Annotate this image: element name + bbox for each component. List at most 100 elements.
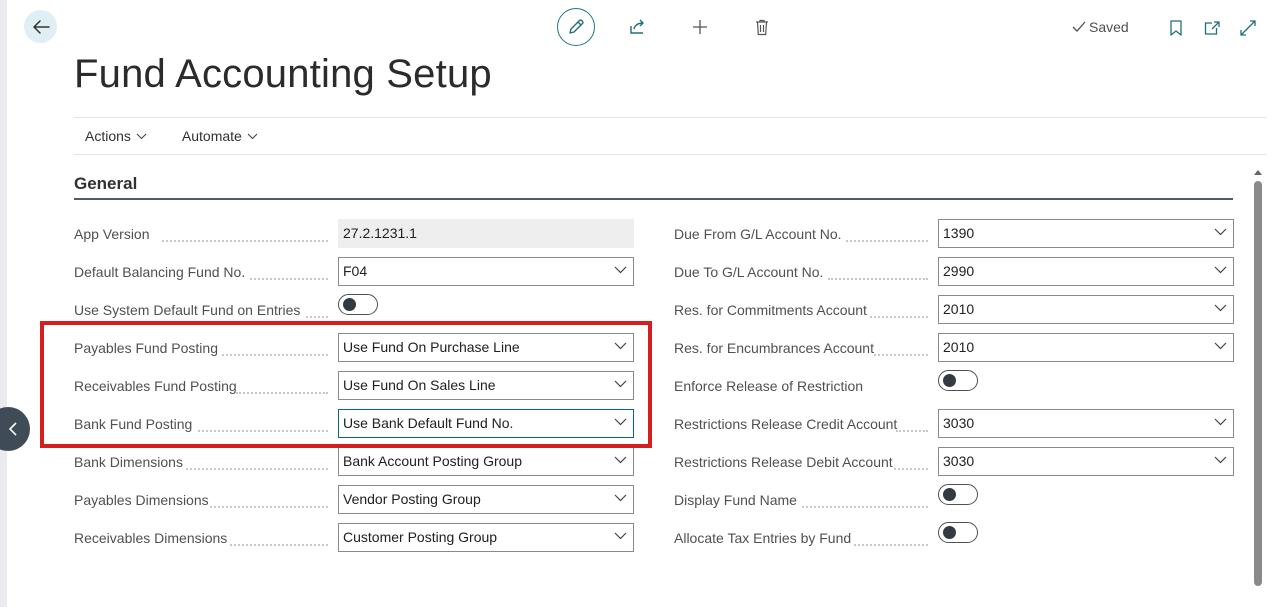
delete-button[interactable]: [747, 12, 777, 42]
page-options: [1164, 16, 1272, 40]
bank-dimensions-select[interactable]: Bank Account Posting Group: [338, 447, 634, 476]
new-button[interactable]: [685, 12, 715, 42]
page-title: Fund Accounting Setup: [74, 52, 492, 96]
back-button[interactable]: [24, 10, 57, 43]
automate-menu[interactable]: Automate: [182, 128, 258, 144]
field-display-fund-name: Display Fund Name: [674, 484, 1234, 522]
right-field-column: Due From G/L Account No. 1390 Due To G/L…: [674, 218, 1234, 560]
dotted-leader: [846, 240, 928, 242]
field-label: Display Fund Name: [674, 492, 797, 508]
field-label: Res. for Encumbrances Account: [674, 340, 874, 356]
field-label: Restrictions Release Debit Account: [674, 454, 893, 470]
chevron-down-icon: [614, 418, 627, 426]
chevron-left-icon: [8, 422, 17, 436]
dotted-leader: [828, 278, 928, 280]
scrollbar-thumb[interactable]: [1254, 181, 1262, 586]
field-label: Receivables Dimensions: [74, 530, 228, 546]
actions-menu[interactable]: Actions: [85, 128, 147, 144]
checkmark-icon: [1072, 21, 1086, 32]
chevron-down-icon: [1214, 456, 1227, 464]
dotted-leader: [186, 468, 328, 470]
chevron-down-icon: [1214, 342, 1227, 350]
field-enforce-release-restriction: Enforce Release of Restriction: [674, 370, 1234, 408]
automate-menu-label: Automate: [181, 128, 242, 144]
display-fund-name-toggle[interactable]: [938, 484, 978, 505]
field-label: Payables Dimensions: [74, 492, 209, 508]
chevron-down-icon: [614, 494, 627, 502]
due-from-gl-account-select[interactable]: 1390: [938, 219, 1234, 248]
field-res-commitments-account: Res. for Commitments Account 2010: [674, 294, 1234, 332]
dotted-leader: [306, 316, 328, 318]
field-label: Res. for Commitments Account: [674, 302, 867, 318]
restrictions-release-debit-select[interactable]: 3030: [938, 447, 1234, 476]
field-bank-dimensions: Bank Dimensions Bank Account Posting Gro…: [74, 446, 634, 484]
field-due-from-gl-account: Due From G/L Account No. 1390: [674, 218, 1234, 256]
chevron-down-icon: [136, 133, 147, 139]
share-icon: [630, 19, 644, 34]
save-status-text: Saved: [1089, 19, 1129, 35]
receivables-fund-posting-select[interactable]: Use Fund On Sales Line: [338, 371, 634, 400]
field-receivables-dimensions: Receivables Dimensions Customer Posting …: [74, 522, 634, 560]
default-balancing-fund-select[interactable]: F04: [338, 257, 634, 286]
field-payables-fund-posting: Payables Fund Posting Use Fund On Purcha…: [74, 332, 634, 370]
due-to-gl-account-select[interactable]: 2990: [938, 257, 1234, 286]
section-title-general[interactable]: General: [74, 174, 137, 194]
dotted-leader: [236, 392, 328, 394]
bank-fund-posting-select[interactable]: Use Bank Default Fund No.: [338, 409, 634, 438]
payables-fund-posting-select[interactable]: Use Fund On Purchase Line: [338, 333, 634, 362]
field-label: Bank Dimensions: [74, 454, 183, 470]
section-divider: [74, 198, 1233, 200]
field-due-to-gl-account: Due To G/L Account No. 2990: [674, 256, 1234, 294]
trash-icon: [756, 19, 768, 35]
res-encumbrances-account-select[interactable]: 2010: [938, 333, 1234, 362]
page-toolbar: [557, 8, 777, 46]
restrictions-release-credit-select[interactable]: 3030: [938, 409, 1234, 438]
actions-menu-label: Actions: [85, 128, 131, 144]
chevron-down-icon: [1214, 418, 1227, 426]
dotted-leader: [210, 506, 328, 508]
field-allocate-tax-entries: Allocate Tax Entries by Fund: [674, 522, 1234, 560]
field-res-encumbrances-account: Res. for Encumbrances Account 2010: [674, 332, 1234, 370]
chevron-down-icon: [247, 133, 258, 139]
bookmark-icon: [1170, 20, 1182, 36]
edit-button[interactable]: [557, 8, 595, 46]
dotted-leader: [250, 278, 328, 280]
field-label: Default Balancing Fund No.: [74, 264, 246, 280]
scroll-up-arrow-icon[interactable]: [1253, 168, 1263, 176]
chevron-down-icon: [614, 532, 627, 540]
open-new-window-button[interactable]: [1200, 16, 1224, 40]
field-app-version: App Version 27.2.1231.1: [74, 218, 634, 256]
chevron-down-icon: [614, 380, 627, 388]
payables-dimensions-select[interactable]: Vendor Posting Group: [338, 485, 634, 514]
left-field-column: App Version 27.2.1231.1 Default Balancin…: [74, 218, 634, 560]
allocate-tax-entries-toggle[interactable]: [938, 522, 978, 543]
scrollbar[interactable]: [1253, 168, 1263, 598]
chevron-down-icon: [614, 266, 627, 274]
field-restrictions-release-debit: Restrictions Release Debit Account 3030: [674, 446, 1234, 484]
res-commitments-account-select[interactable]: 2010: [938, 295, 1234, 324]
expand-button[interactable]: [1236, 16, 1260, 40]
use-system-default-fund-toggle[interactable]: [338, 294, 378, 315]
field-receivables-fund-posting: Receivables Fund Posting Use Fund On Sal…: [74, 370, 634, 408]
collapse-panel-button[interactable]: [0, 407, 30, 451]
field-bank-fund-posting: Bank Fund Posting Use Bank Default Fund …: [74, 408, 634, 446]
dotted-leader: [874, 354, 928, 356]
field-label: Due To G/L Account No.: [674, 264, 824, 280]
chevron-down-icon: [1214, 266, 1227, 274]
chevron-down-icon: [1214, 228, 1227, 236]
field-restrictions-release-credit: Restrictions Release Credit Account 3030: [674, 408, 1234, 446]
field-label: App Version: [74, 226, 150, 242]
field-label: Allocate Tax Entries by Fund: [674, 530, 852, 546]
dotted-leader: [198, 430, 328, 432]
field-label: Receivables Fund Posting: [74, 378, 237, 394]
app-version-value: 27.2.1231.1: [338, 219, 634, 248]
action-bar: Actions Automate: [74, 117, 1266, 155]
receivables-dimensions-select[interactable]: Customer Posting Group: [338, 523, 634, 552]
dotted-leader: [896, 430, 928, 432]
enforce-release-restriction-toggle[interactable]: [938, 370, 978, 391]
save-status: Saved: [1072, 19, 1129, 35]
field-use-system-default-fund: Use System Default Fund on Entries: [74, 294, 634, 332]
plus-icon: [693, 20, 707, 34]
share-button[interactable]: [623, 12, 653, 42]
bookmark-button[interactable]: [1164, 16, 1188, 40]
